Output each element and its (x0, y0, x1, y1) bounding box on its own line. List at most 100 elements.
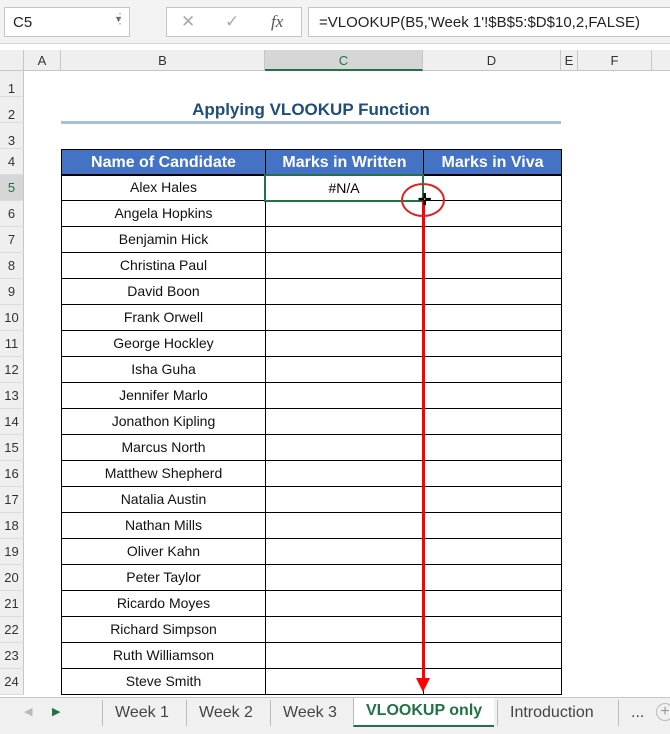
enter-icon[interactable]: ✓ (225, 12, 239, 32)
row-header[interactable]: 17 (0, 487, 24, 513)
written-cell[interactable] (265, 252, 424, 279)
row-header[interactable]: 19 (0, 539, 24, 565)
viva-cell[interactable] (423, 252, 562, 279)
name-cell[interactable]: David Boon (61, 278, 266, 305)
column-header-f[interactable]: F (578, 50, 652, 71)
column-header-c[interactable]: C (265, 50, 423, 71)
row-header[interactable]: 5 (0, 175, 24, 201)
header-name-of-candidate[interactable]: Name of Candidate (61, 149, 266, 176)
written-cell[interactable] (265, 434, 424, 461)
row-header[interactable]: 16 (0, 461, 24, 487)
scroll-right-icon[interactable]: ▶ (52, 705, 60, 718)
written-cell[interactable] (265, 668, 424, 695)
name-cell[interactable]: Christina Paul (61, 252, 266, 279)
viva-cell[interactable] (423, 486, 562, 513)
name-cell[interactable]: Frank Orwell (61, 304, 266, 331)
viva-cell[interactable] (423, 356, 562, 383)
scroll-left-icon[interactable]: ◀ (24, 705, 32, 718)
row-header[interactable]: 15 (0, 435, 24, 461)
viva-cell[interactable] (423, 642, 562, 669)
name-cell[interactable]: Alex Hales (61, 174, 266, 201)
written-cell[interactable] (265, 486, 424, 513)
written-cell[interactable] (265, 564, 424, 591)
viva-cell[interactable] (423, 512, 562, 539)
written-cell[interactable] (265, 460, 424, 487)
written-cell[interactable] (265, 226, 424, 253)
tab-introduction[interactable]: Introduction (497, 700, 606, 726)
tab-week-3[interactable]: Week 3 (270, 700, 349, 726)
viva-cell[interactable] (423, 668, 562, 695)
name-cell[interactable]: Oliver Kahn (61, 538, 266, 565)
header-marks-in-viva[interactable]: Marks in Viva (423, 149, 562, 176)
viva-cell[interactable] (423, 226, 562, 253)
column-header-a[interactable]: A (24, 50, 61, 71)
name-cell[interactable]: Ruth Williamson (61, 642, 266, 669)
viva-cell[interactable] (423, 408, 562, 435)
viva-cell[interactable] (423, 434, 562, 461)
row-header[interactable]: 3 (0, 123, 24, 149)
select-all-button[interactable] (0, 50, 24, 71)
row-header[interactable]: 11 (0, 331, 24, 357)
name-cell[interactable]: Matthew Shepherd (61, 460, 266, 487)
viva-cell[interactable] (423, 616, 562, 643)
fill-handle-cursor-icon[interactable]: ✛ (418, 190, 431, 210)
name-box[interactable]: C5 ▼ (4, 7, 130, 37)
written-cell[interactable] (265, 200, 424, 227)
row-header[interactable]: 7 (0, 227, 24, 253)
written-cell[interactable] (265, 616, 424, 643)
insert-function-icon[interactable]: fx (271, 12, 283, 32)
grip-icon[interactable]: ⋮ (113, 10, 127, 27)
row-header[interactable]: 12 (0, 357, 24, 383)
name-cell[interactable]: Natalia Austin (61, 486, 266, 513)
name-cell[interactable]: Steve Smith (61, 668, 266, 695)
viva-cell[interactable] (423, 278, 562, 305)
name-cell[interactable]: Nathan Mills (61, 512, 266, 539)
cell-c5-value[interactable]: #N/A (265, 175, 423, 201)
row-header[interactable]: 14 (0, 409, 24, 435)
name-cell[interactable]: Isha Guha (61, 356, 266, 383)
row-header[interactable]: 13 (0, 383, 24, 409)
viva-cell[interactable] (423, 330, 562, 357)
name-cell[interactable]: Marcus North (61, 434, 266, 461)
row-header[interactable]: 10 (0, 305, 24, 331)
viva-cell[interactable] (423, 538, 562, 565)
written-cell[interactable] (265, 512, 424, 539)
name-cell[interactable]: Ricardo Moyes (61, 590, 266, 617)
row-header[interactable]: 9 (0, 279, 24, 305)
tab-vlookup-only[interactable]: VLOOKUP only (353, 698, 495, 727)
written-cell[interactable] (265, 278, 424, 305)
written-cell[interactable] (265, 642, 424, 669)
written-cell[interactable] (265, 304, 424, 331)
row-header[interactable]: 2 (0, 97, 24, 123)
row-header[interactable]: 6 (0, 201, 24, 227)
viva-cell[interactable] (423, 564, 562, 591)
viva-cell[interactable] (423, 304, 562, 331)
formula-input[interactable]: =VLOOKUP(B5,'Week 1'!$B$5:$D$10,2,FALSE) (308, 7, 670, 37)
row-header[interactable]: 24 (0, 669, 24, 695)
name-cell[interactable]: Jennifer Marlo (61, 382, 266, 409)
written-cell[interactable] (265, 590, 424, 617)
name-cell[interactable]: Richard Simpson (61, 616, 266, 643)
name-cell[interactable]: Jonathon Kipling (61, 408, 266, 435)
viva-cell[interactable] (423, 460, 562, 487)
row-header[interactable]: 20 (0, 565, 24, 591)
written-cell[interactable] (265, 356, 424, 383)
column-header-d[interactable]: D (423, 50, 561, 71)
column-header-b[interactable]: B (61, 50, 265, 71)
name-cell[interactable]: Angela Hopkins (61, 200, 266, 227)
row-header[interactable]: 22 (0, 617, 24, 643)
name-cell[interactable]: Peter Taylor (61, 564, 266, 591)
tab-week-1[interactable]: Week 1 (102, 700, 181, 726)
row-header[interactable]: 4 (0, 149, 24, 175)
row-header[interactable]: 18 (0, 513, 24, 539)
row-header[interactable]: 23 (0, 643, 24, 669)
name-cell[interactable]: George Hockley (61, 330, 266, 357)
written-cell[interactable] (265, 330, 424, 357)
name-cell[interactable]: Benjamin Hick (61, 226, 266, 253)
row-header[interactable]: 8 (0, 253, 24, 279)
add-sheet-button[interactable]: + (656, 703, 670, 721)
tab-week-2[interactable]: Week 2 (186, 700, 265, 726)
row-header[interactable]: 1 (0, 71, 24, 97)
row-header[interactable]: 21 (0, 591, 24, 617)
written-cell[interactable] (265, 382, 424, 409)
